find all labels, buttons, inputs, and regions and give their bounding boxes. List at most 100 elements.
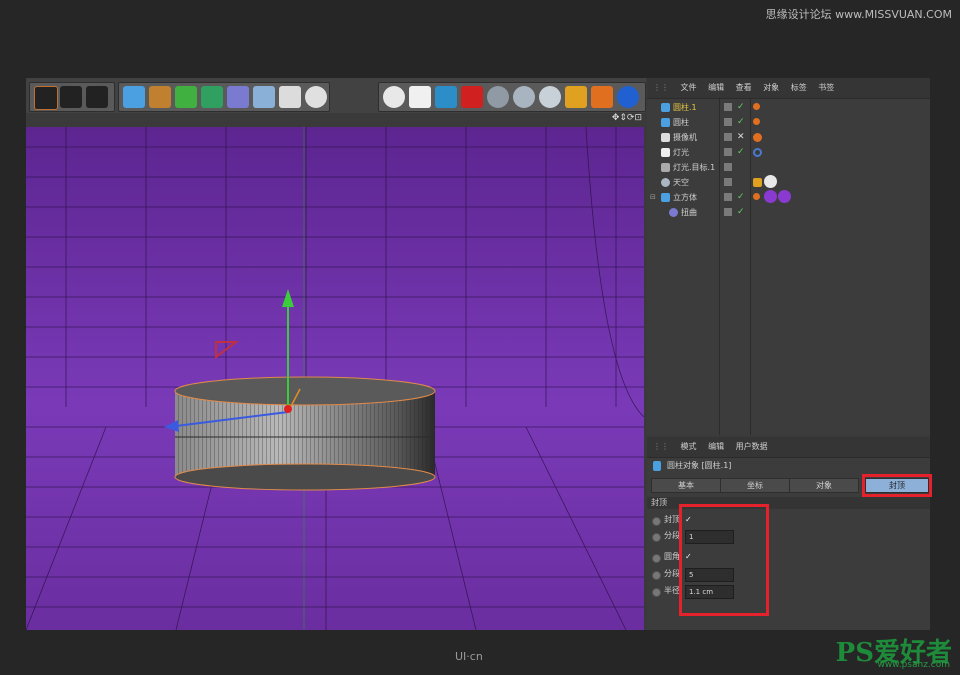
tab-highlight-annotation xyxy=(862,474,932,497)
object-row-bend[interactable]: 扭曲 ✓ xyxy=(647,205,930,220)
protection-tag-icon[interactable] xyxy=(753,133,762,142)
null-object-icon xyxy=(661,163,670,172)
attribute-manager-menu: ⋮⋮ 模式 编辑 用户数据 xyxy=(647,437,930,458)
sky-material-icon[interactable] xyxy=(764,175,777,188)
cap-segments-label: 分段 xyxy=(664,531,680,540)
scene-group xyxy=(378,82,646,112)
object-name: 灯光 xyxy=(673,148,689,157)
disabled-x-icon[interactable]: ✕ xyxy=(737,130,745,145)
subdivision-icon[interactable] xyxy=(175,86,197,108)
fillet-segments-radio[interactable] xyxy=(652,571,661,580)
object-name: 立方体 xyxy=(673,193,697,202)
object-row-light-target[interactable]: 灯光.目标.1 xyxy=(647,160,930,175)
object-name: 灯光.目标.1 xyxy=(673,163,716,172)
visibility-toggle[interactable] xyxy=(724,163,732,171)
render-view-icon[interactable] xyxy=(34,86,58,110)
cube-icon[interactable] xyxy=(123,86,145,108)
menu-view[interactable]: 查看 xyxy=(736,83,752,92)
sphere-light-icon[interactable] xyxy=(513,86,535,108)
visibility-toggle[interactable] xyxy=(724,178,732,186)
sphere-white-icon[interactable] xyxy=(539,86,561,108)
3d-viewport[interactable] xyxy=(26,127,644,630)
light-object-icon xyxy=(661,148,670,157)
object-manager: ⋮⋮ 文件 编辑 查看 对象 标签 书签 圆柱.1 ✓ 圆柱 ✓ 摄像机 ✕ 灯… xyxy=(647,78,930,435)
uicn-watermark: UI·cn xyxy=(455,650,483,663)
floor-icon[interactable] xyxy=(253,86,275,108)
object-name: 天空 xyxy=(673,178,689,187)
object-row-cube[interactable]: ⊟ 立方体 ✓ xyxy=(647,190,930,205)
visibility-toggle[interactable] xyxy=(724,103,732,111)
enabled-check-icon[interactable]: ✓ xyxy=(737,145,745,160)
phong-tag-icon[interactable] xyxy=(753,193,760,200)
pen-spline-icon[interactable] xyxy=(149,86,171,108)
menu-bookmarks[interactable]: 书签 xyxy=(818,83,834,92)
purple-material-icon[interactable] xyxy=(764,190,777,203)
visibility-toggle[interactable] xyxy=(724,118,732,126)
object-manager-menu: ⋮⋮ 文件 编辑 查看 对象 标签 书签 xyxy=(647,78,930,99)
menu-edit[interactable]: 编辑 xyxy=(708,442,724,451)
section-title: 封顶 xyxy=(651,498,667,507)
phong-tag-icon[interactable] xyxy=(753,118,760,125)
plane-light-icon[interactable] xyxy=(409,86,431,108)
menu-file[interactable]: 文件 xyxy=(681,83,697,92)
visibility-toggle[interactable] xyxy=(724,148,732,156)
menu-user-data[interactable]: 用户数据 xyxy=(736,442,768,451)
viewport-nav-icons[interactable]: ✥⇕⟳⊡ xyxy=(612,113,642,123)
menu-mode[interactable]: 模式 xyxy=(681,442,697,451)
fillet-animate-radio[interactable] xyxy=(652,554,661,563)
target-tag-icon[interactable] xyxy=(753,148,762,157)
material-spheres-icon[interactable] xyxy=(617,86,639,108)
collapse-icon[interactable]: ⊟ xyxy=(650,190,656,205)
caps-animate-radio[interactable] xyxy=(652,517,661,526)
target-icon[interactable] xyxy=(383,86,405,108)
object-row-cylinder1[interactable]: 圆柱.1 ✓ xyxy=(647,100,930,115)
cube-object-icon xyxy=(661,193,670,202)
fillet-segments-label: 分段 xyxy=(664,569,680,578)
tab-basic[interactable]: 基本 xyxy=(651,478,721,493)
enabled-check-icon[interactable]: ✓ xyxy=(737,190,745,205)
light-icon[interactable] xyxy=(305,86,327,108)
object-name: 圆柱 xyxy=(673,118,689,127)
cylinder-object xyxy=(174,376,436,491)
visibility-toggle[interactable] xyxy=(724,133,732,141)
contrast-icon[interactable] xyxy=(435,86,457,108)
deformer-icon[interactable] xyxy=(227,86,249,108)
record-icon[interactable] xyxy=(461,86,483,108)
object-row-sky[interactable]: 天空 xyxy=(647,175,930,190)
grip-icon: ⋮⋮ xyxy=(653,442,669,451)
visibility-toggle[interactable] xyxy=(724,208,732,216)
phong-tag-icon[interactable] xyxy=(753,103,760,110)
enabled-check-icon[interactable]: ✓ xyxy=(737,115,745,130)
caps-label: 封顶 xyxy=(664,515,680,524)
cap-segments-radio[interactable] xyxy=(652,533,661,542)
object-row-light[interactable]: 灯光 ✓ xyxy=(647,145,930,160)
enabled-check-icon[interactable]: ✓ xyxy=(737,205,745,220)
visibility-toggle[interactable] xyxy=(724,193,732,201)
xyz-icon[interactable] xyxy=(565,86,587,108)
enabled-check-icon[interactable]: ✓ xyxy=(737,100,745,115)
object-name: 摄像机 xyxy=(673,133,697,142)
camera-icon[interactable] xyxy=(279,86,301,108)
menu-tags[interactable]: 标签 xyxy=(791,83,807,92)
menu-edit[interactable]: 编辑 xyxy=(708,83,724,92)
render-picture-icon[interactable] xyxy=(60,86,82,108)
object-row-camera[interactable]: 摄像机 ✕ xyxy=(647,130,930,145)
array-icon[interactable] xyxy=(201,86,223,108)
fillet-radius-radio[interactable] xyxy=(652,588,661,597)
compositing-tag-icon[interactable] xyxy=(753,178,762,187)
sky-object-icon xyxy=(661,178,670,187)
effector-icon[interactable] xyxy=(591,86,613,108)
cylinder-icon xyxy=(653,461,661,471)
tab-coord[interactable]: 坐标 xyxy=(720,478,790,493)
tab-object[interactable]: 对象 xyxy=(789,478,859,493)
fillet-radius-label: 半径 xyxy=(664,586,680,595)
sphere-gray-icon[interactable] xyxy=(487,86,509,108)
menu-object[interactable]: 对象 xyxy=(763,83,779,92)
purple-material-icon[interactable] xyxy=(778,190,791,203)
top-watermark: 思缘设计论坛 www.MISSVUAN.COM xyxy=(765,8,952,21)
render-settings-icon[interactable] xyxy=(86,86,108,108)
ps-url: www.psahz.com xyxy=(877,660,950,670)
object-title: 圆柱对象 [圆柱.1] xyxy=(667,461,732,470)
viewport-header: ✥⇕⟳⊡ xyxy=(26,113,646,127)
object-row-cylinder[interactable]: 圆柱 ✓ xyxy=(647,115,930,130)
